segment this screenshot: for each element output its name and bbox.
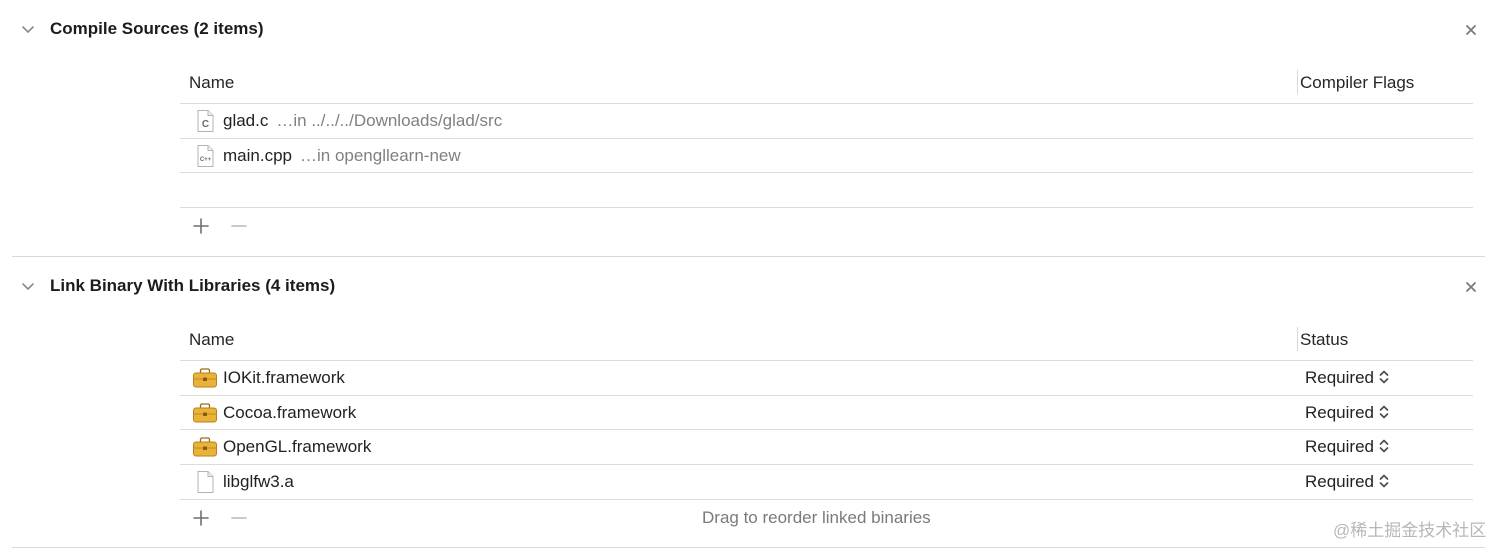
- library-file-icon: [197, 471, 214, 493]
- library-row[interactable]: libglfw3.a Required: [180, 465, 1473, 499]
- add-icon[interactable]: [190, 215, 212, 237]
- section-divider: [12, 256, 1485, 257]
- remove-icon[interactable]: [228, 215, 250, 237]
- status-value: Required: [1305, 437, 1374, 456]
- column-header-status[interactable]: Status: [1300, 330, 1348, 350]
- compile-sources-header[interactable]: Compile Sources (2 items): [0, 10, 1512, 50]
- divider: [180, 207, 1473, 208]
- chevron-down-icon[interactable]: [20, 22, 36, 38]
- framework-icon: [193, 403, 217, 423]
- up-down-chevron-icon: [1379, 439, 1389, 453]
- source-row[interactable]: C++ main.cpp …in opengllearn-new: [180, 139, 1473, 173]
- framework-icon: [193, 368, 217, 388]
- status-value: Required: [1305, 472, 1374, 491]
- close-icon[interactable]: [1463, 22, 1479, 38]
- section-divider: [12, 547, 1485, 548]
- file-path: …in ../../../Downloads/glad/src: [276, 111, 503, 130]
- column-divider[interactable]: [1297, 70, 1298, 94]
- svg-text:C: C: [202, 119, 209, 130]
- status-popup[interactable]: Required: [1305, 472, 1390, 494]
- close-icon[interactable]: [1463, 279, 1479, 295]
- up-down-chevron-icon: [1379, 405, 1389, 419]
- status-popup[interactable]: Required: [1305, 368, 1390, 390]
- link-binary-header[interactable]: Link Binary With Libraries (4 items): [0, 267, 1512, 307]
- file-name: main.cpp: [223, 146, 292, 165]
- watermark: @稀土掘金技术社区: [1333, 521, 1487, 540]
- library-row[interactable]: IOKit.framework Required: [180, 361, 1473, 395]
- divider: [180, 172, 1473, 173]
- library-name: libglfw3.a: [223, 472, 294, 491]
- library-row[interactable]: OpenGL.framework Required: [180, 430, 1473, 464]
- svg-text:C++: C++: [200, 157, 212, 163]
- status-value: Required: [1305, 368, 1374, 387]
- status-value: Required: [1305, 403, 1374, 422]
- framework-icon: [193, 437, 217, 457]
- remove-icon[interactable]: [228, 507, 250, 529]
- status-popup[interactable]: Required: [1305, 403, 1390, 425]
- source-file-name: main.cpp …in opengllearn-new: [223, 146, 461, 166]
- chevron-down-icon[interactable]: [20, 279, 36, 295]
- file-path: …in opengllearn-new: [299, 146, 461, 165]
- status-popup[interactable]: Required: [1305, 437, 1390, 459]
- up-down-chevron-icon: [1379, 474, 1389, 488]
- column-divider[interactable]: [1297, 327, 1298, 351]
- build-phases-panel: Compile Sources (2 items) Name Compiler …: [0, 0, 1512, 556]
- column-header-compiler-flags[interactable]: Compiler Flags: [1300, 73, 1414, 93]
- library-name: OpenGL.framework: [223, 437, 372, 456]
- link-binary-title: Link Binary With Libraries (4 items): [50, 276, 336, 295]
- library-row[interactable]: Cocoa.framework Required: [180, 396, 1473, 430]
- divider: [180, 499, 1473, 500]
- reorder-hint: Drag to reorder linked binaries: [702, 508, 931, 527]
- compile-sources-title: Compile Sources (2 items): [50, 19, 264, 38]
- column-header-name[interactable]: Name: [189, 73, 234, 93]
- library-name: Cocoa.framework: [223, 403, 357, 422]
- column-header-name[interactable]: Name: [189, 330, 234, 350]
- library-name: IOKit.framework: [223, 368, 345, 387]
- c-source-file-icon: C: [197, 110, 214, 132]
- up-down-chevron-icon: [1379, 370, 1389, 384]
- source-row[interactable]: C glad.c …in ../../../Downloads/glad/src: [180, 104, 1473, 138]
- add-icon[interactable]: [190, 507, 212, 529]
- cpp-source-file-icon: C++: [197, 145, 214, 167]
- file-name: glad.c: [223, 111, 269, 130]
- source-file-name: glad.c …in ../../../Downloads/glad/src: [223, 111, 502, 131]
